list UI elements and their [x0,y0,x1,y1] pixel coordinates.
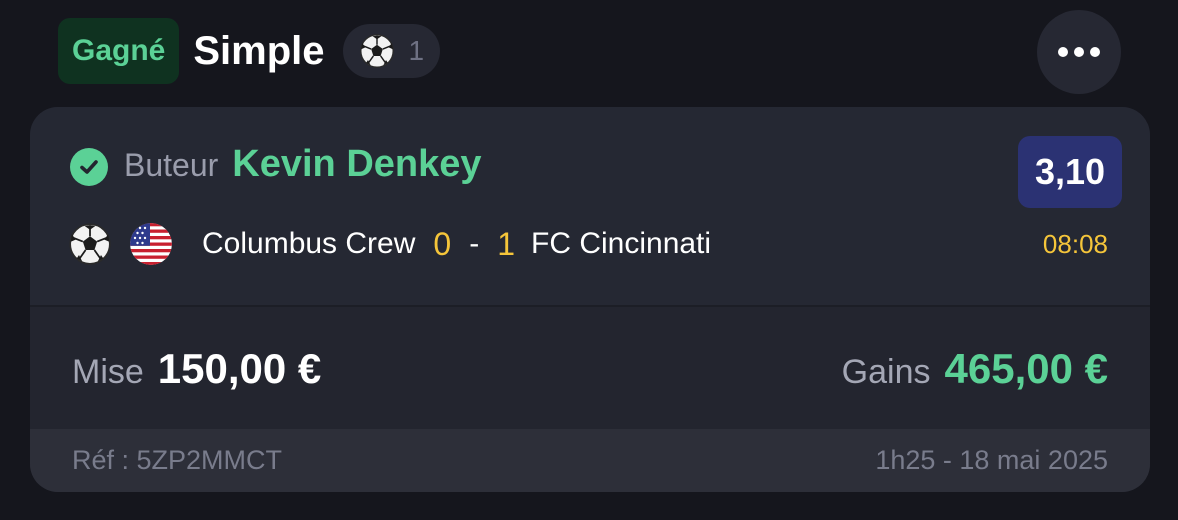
stake-row: Mise 150,00 € [72,345,321,393]
selection-count-pill: 1 [342,24,441,78]
selection-section: Buteur Kevin Denkey 3,10 Columbus Crew 0… [30,107,1150,305]
bet-header: Gagné Simple 1 [58,18,441,84]
bet-type-title: Simple [193,28,325,73]
odds-badge: 3,10 [1018,136,1122,208]
stake-label: Mise [72,353,144,391]
gains-label: Gains [841,353,931,391]
more-options-button[interactable] [1037,10,1121,94]
more-horizontal-icon [1058,47,1068,57]
home-team: Columbus Crew [202,227,416,260]
more-horizontal-icon-dot [1090,47,1100,57]
bet-card[interactable]: Buteur Kevin Denkey 3,10 Columbus Crew 0… [30,107,1150,492]
home-score: 0 [433,225,452,262]
selection-count: 1 [408,35,425,66]
away-score: 1 [497,225,515,262]
check-mark [80,160,98,174]
soccer-ball-icon [69,223,111,265]
away-team: FC Cincinnati [531,227,712,260]
soccer-ball-icon [359,34,394,68]
gains-row: Gains 465,00 € [842,345,1108,393]
gains-value: 465,00 € [944,345,1109,392]
match-time: 08:08 [1042,229,1108,259]
divider [30,305,1150,307]
market-label: Buteur [124,147,219,183]
match-row[interactable]: Columbus Crew 0 - 1 FC Cincinnati [68,221,711,267]
stake-value: 150,00 € [157,345,322,392]
bet-reference: Réf : 5ZP2MMCT [72,445,283,475]
score-separator: - [469,227,480,260]
usa-flag-icon [130,223,172,265]
check-circle-icon [70,148,108,186]
selection-market-row: Buteur Kevin Denkey [124,143,482,186]
bet-datetime: 1h25 - 18 mai 2025 [875,445,1108,475]
bet-footer: Réf : 5ZP2MMCT 1h25 - 18 mai 2025 [30,429,1150,492]
more-horizontal-icon-dot [1074,47,1084,57]
selection-name: Kevin Denkey [232,143,482,185]
status-badge: Gagné [58,18,180,84]
